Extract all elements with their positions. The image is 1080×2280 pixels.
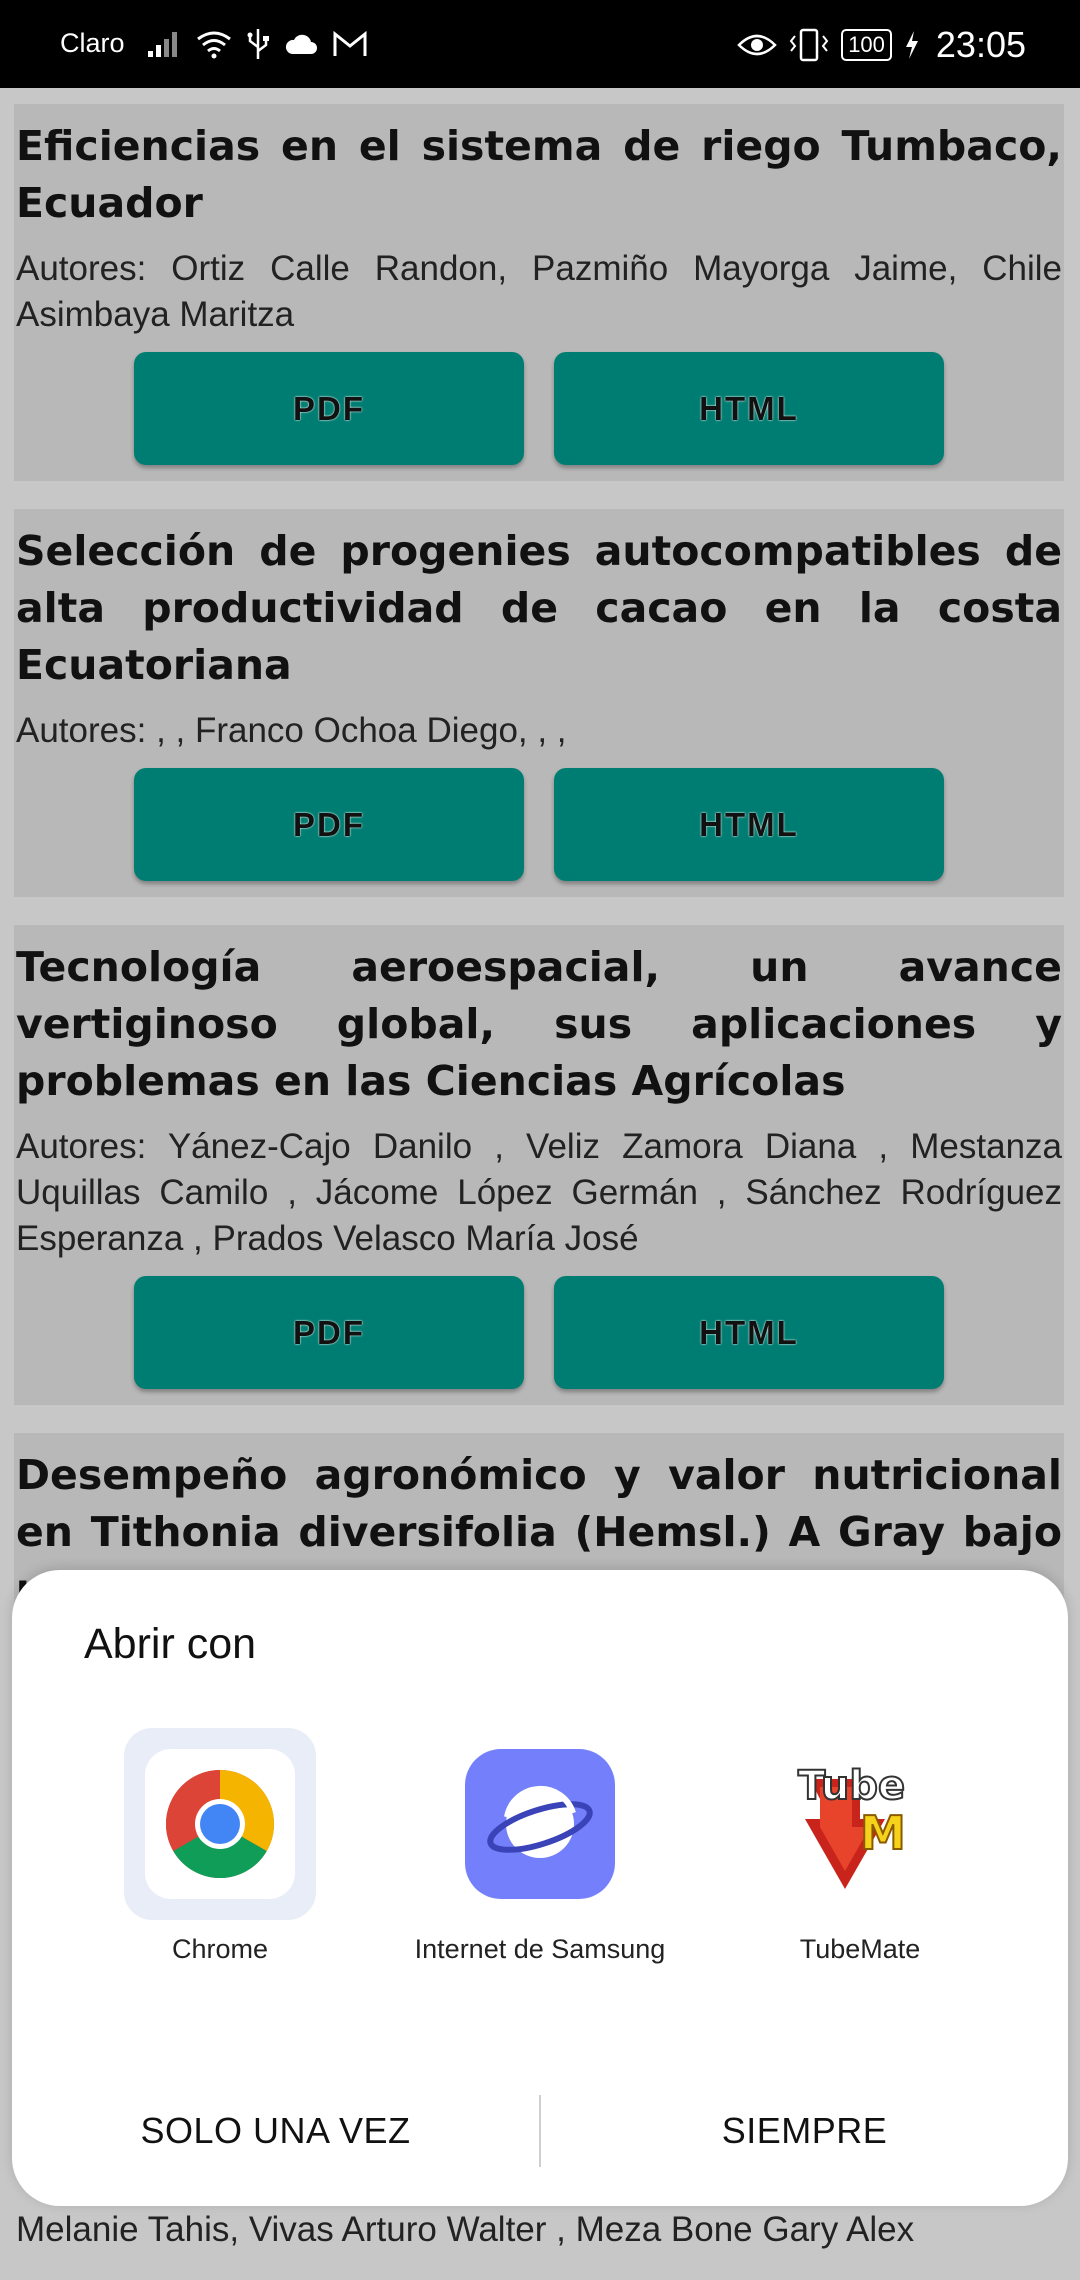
article-buttons: PDF HTML xyxy=(16,352,1062,465)
app-icon-container[interactable]: Tube M xyxy=(764,1728,956,1920)
app-icon-container[interactable] xyxy=(124,1728,316,1920)
article-buttons: PDF HTML xyxy=(16,768,1062,881)
sheet-title: Abrir con xyxy=(84,1620,257,1668)
usb-icon xyxy=(247,29,269,59)
article-card: Tecnología aeroespacial, un avance verti… xyxy=(14,925,1064,1405)
pdf-button[interactable]: PDF xyxy=(134,768,524,881)
app-icon-container[interactable] xyxy=(444,1728,636,1920)
vibrate-icon xyxy=(789,28,829,62)
charging-icon xyxy=(905,31,918,59)
app-option-samsung-internet[interactable]: Internet de Samsung xyxy=(375,1728,705,1965)
tubemate-icon: Tube M xyxy=(785,1749,935,1899)
always-button[interactable]: SIEMPRE xyxy=(541,2110,1068,2152)
open-with-sheet: Abrir con Chrome Internet de Samsung Tub… xyxy=(12,1570,1068,2206)
html-button[interactable]: HTML xyxy=(554,352,944,465)
status-bar: Claro 100 23:05 xyxy=(0,0,1080,88)
battery-indicator: 100 xyxy=(841,29,892,61)
status-right-icons: 100 23:05 xyxy=(737,18,1026,72)
wifi-icon xyxy=(197,31,231,59)
svg-text:M: M xyxy=(860,1806,906,1860)
pdf-button[interactable]: PDF xyxy=(134,352,524,465)
article-authors: Autores: , , Franco Ochoa Diego, , , xyxy=(16,711,567,750)
clock: 23:05 xyxy=(935,24,1026,65)
article-authors: Autores: Yánez-Cajo Danilo , Veliz Zamor… xyxy=(16,1127,1062,1258)
article-authors: Autores: Ortiz Calle Randon, Pazmiño May… xyxy=(16,249,1062,334)
signal-icon xyxy=(148,32,177,57)
article-title: Tecnología aeroespacial, un avance verti… xyxy=(16,943,1062,1105)
article-title: Selección de progenies autocompatibles d… xyxy=(16,527,1062,689)
article-title: Eficiencias en el sistema de riego Tumba… xyxy=(16,122,1062,227)
carrier-label: Claro xyxy=(60,28,125,58)
peek-authors: Melanie Tahis, Vivas Arturo Walter , Mez… xyxy=(16,2210,915,2249)
pdf-button[interactable]: PDF xyxy=(134,1276,524,1389)
app-option-chrome[interactable]: Chrome xyxy=(55,1728,385,1965)
cloud-icon xyxy=(285,34,317,54)
app-label: TubeMate xyxy=(799,1934,921,1964)
sheet-actions: SOLO UNA VEZ SIEMPRE xyxy=(12,2056,1068,2206)
samsung-internet-icon xyxy=(465,1749,615,1899)
app-label: Internet de Samsung xyxy=(414,1934,666,1964)
html-button[interactable]: HTML xyxy=(554,1276,944,1389)
status-left-icons xyxy=(146,22,368,66)
article-buttons: PDF HTML xyxy=(16,1276,1062,1389)
gmail-icon xyxy=(333,30,367,56)
eye-icon xyxy=(737,34,777,56)
svg-text:Tube: Tube xyxy=(798,1763,905,1809)
article-card: Eficiencias en el sistema de riego Tumba… xyxy=(14,104,1064,481)
app-option-tubemate[interactable]: Tube M TubeMate xyxy=(695,1728,1025,1965)
just-once-button[interactable]: SOLO UNA VEZ xyxy=(12,2110,539,2152)
chrome-icon xyxy=(145,1749,295,1899)
app-label: Chrome xyxy=(171,1934,269,1964)
article-card: Selección de progenies autocompatibles d… xyxy=(14,509,1064,897)
html-button[interactable]: HTML xyxy=(554,768,944,881)
